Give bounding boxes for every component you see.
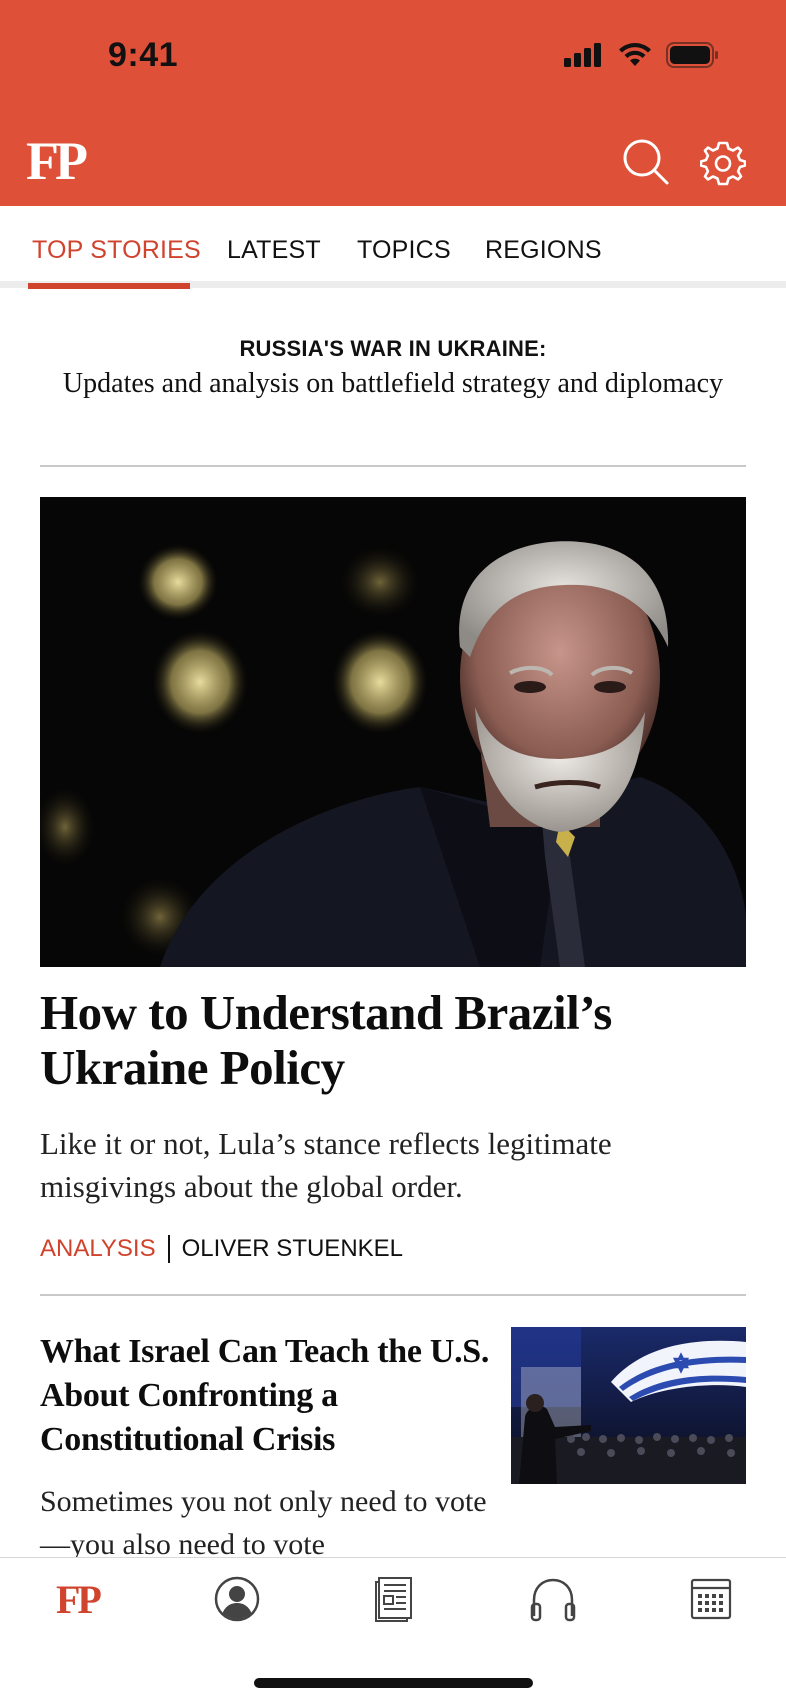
second-story-image[interactable]	[511, 1327, 746, 1484]
gear-icon[interactable]	[700, 140, 746, 186]
magazine-icon[interactable]	[374, 1576, 414, 1622]
divider	[40, 465, 746, 467]
wifi-icon	[619, 43, 651, 66]
tab-top-stories[interactable]: TOP STORIES	[32, 236, 201, 265]
banner-text: Updates and analysis on battlefield stra…	[62, 368, 724, 399]
section-tabs: TOP STORIES LATEST TOPICS REGIONS	[0, 206, 786, 289]
app-header: 9:41 FP	[0, 0, 786, 206]
nav-home-fp[interactable]: FP	[56, 1580, 102, 1620]
status-time: 9:41	[108, 36, 179, 74]
bottom-navigation: FP	[0, 1557, 786, 1704]
second-story-title[interactable]: What Israel Can Teach the U.S. About Con…	[40, 1330, 490, 1462]
lead-story-title[interactable]: How to Understand Brazil’s Ukraine Polic…	[40, 985, 746, 1095]
byline-separator	[167, 1235, 170, 1263]
home-indicator[interactable]	[254, 1678, 533, 1688]
lead-story-byline: ANALYSIS OLIVER STUENKEL	[40, 1235, 403, 1263]
lead-story-dek: Like it or not, Lula’s stance reflects l…	[40, 1126, 612, 1204]
headphones-icon[interactable]	[530, 1576, 576, 1622]
tab-regions[interactable]: REGIONS	[485, 236, 602, 265]
banner-kicker: RUSSIA'S WAR IN UKRAINE:	[239, 336, 547, 361]
story-type-tag[interactable]: ANALYSIS	[40, 1235, 156, 1263]
topic-banner[interactable]: RUSSIA'S WAR IN UKRAINE: Updates and ana…	[40, 336, 746, 401]
active-tab-indicator	[28, 283, 190, 289]
divider	[40, 1294, 746, 1296]
tab-topics[interactable]: TOPICS	[357, 236, 451, 265]
calendar-icon[interactable]	[690, 1576, 732, 1620]
cellular-signal-icon	[564, 43, 601, 67]
tab-latest[interactable]: LATEST	[227, 236, 321, 265]
protest-photo-illustration	[511, 1327, 746, 1484]
search-icon[interactable]	[622, 138, 670, 186]
status-icons	[564, 42, 720, 68]
second-story-dek: Sometimes you not only need to vote—you …	[40, 1485, 487, 1561]
lead-story-image[interactable]	[40, 497, 746, 967]
fp-logo[interactable]: FP	[26, 134, 88, 188]
profile-icon[interactable]	[214, 1576, 260, 1622]
lead-photo-illustration	[40, 497, 746, 967]
battery-icon	[666, 42, 718, 68]
author-name[interactable]: OLIVER STUENKEL	[182, 1235, 403, 1263]
